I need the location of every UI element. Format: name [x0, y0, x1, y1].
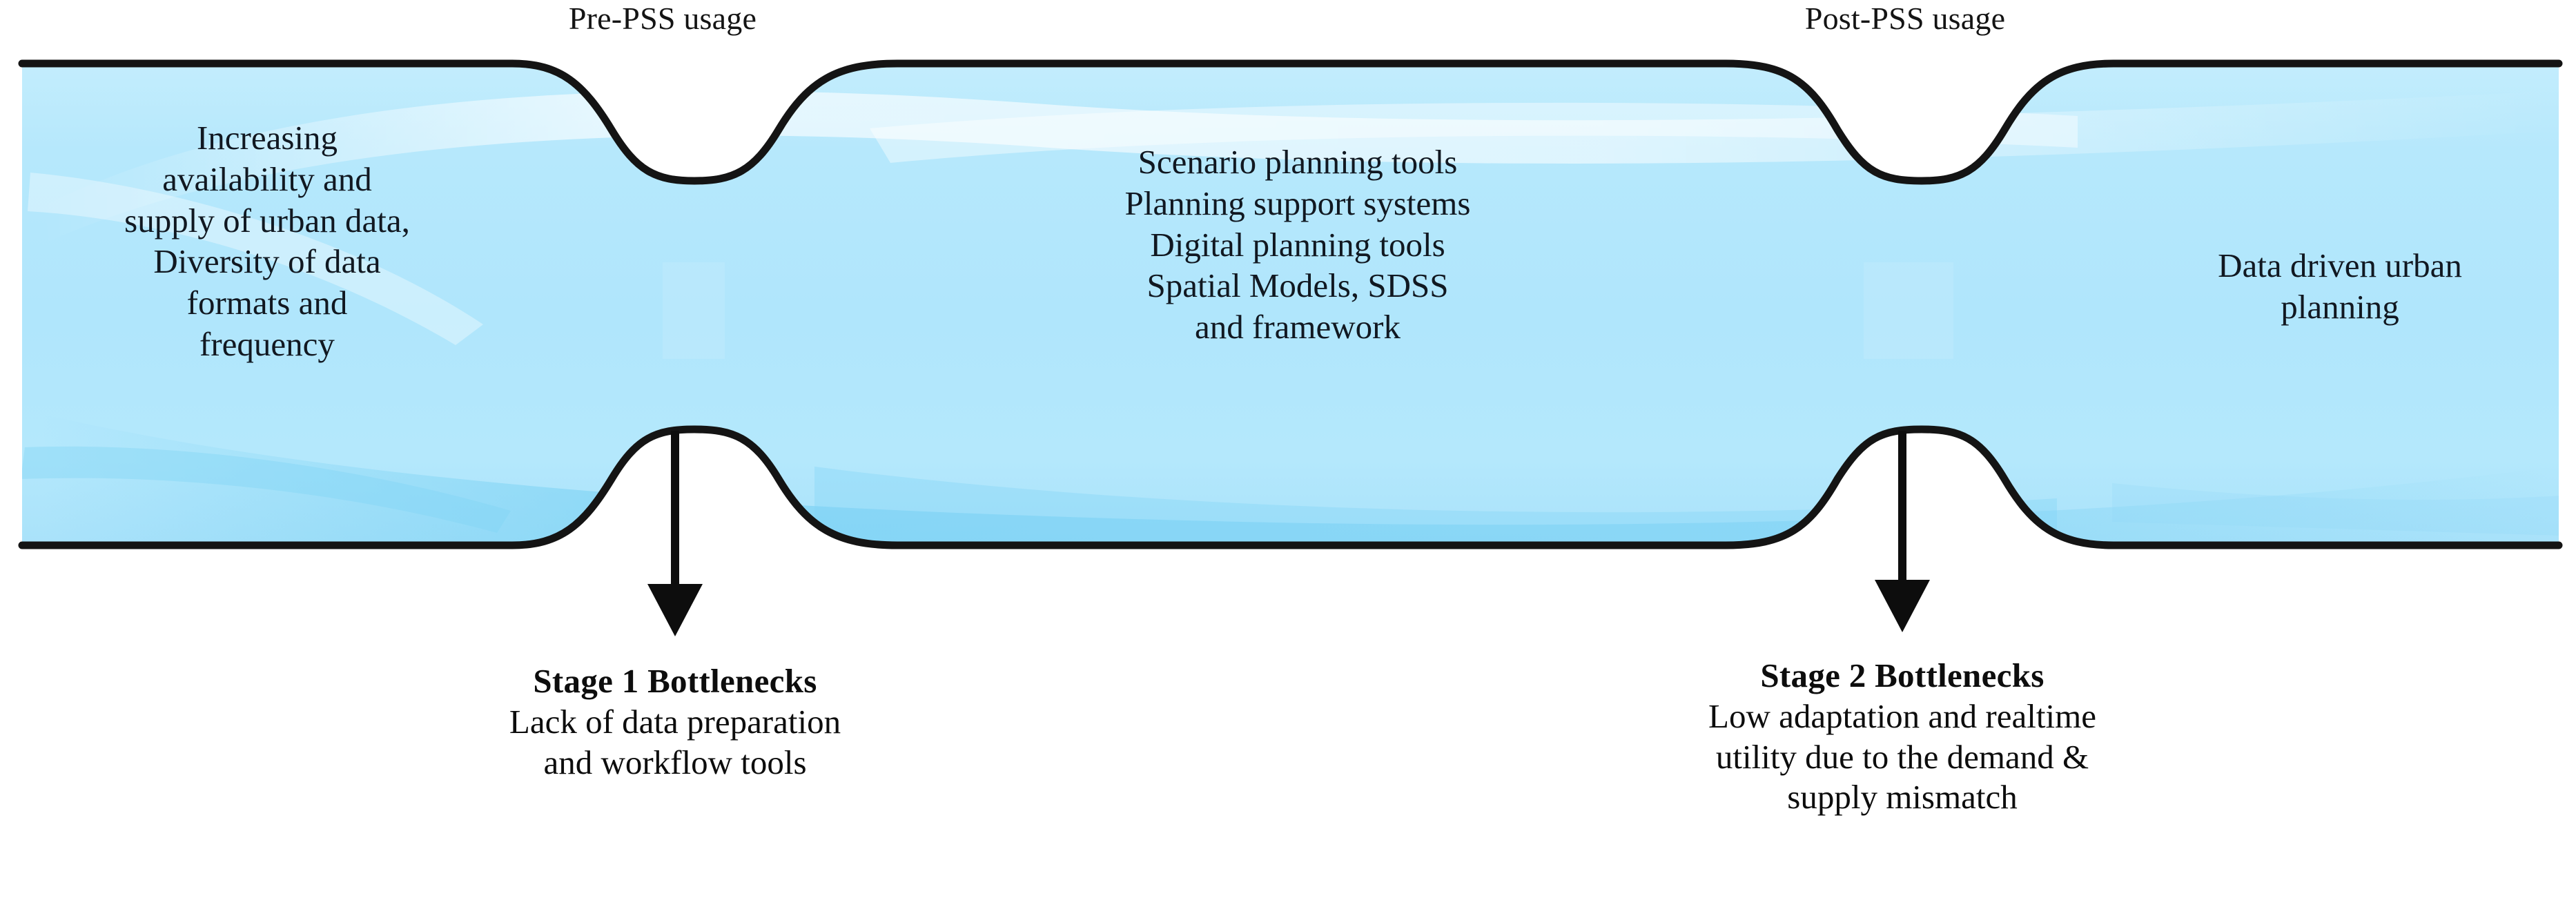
pipe-text-outlet: Data driven urban planning	[2126, 245, 2554, 328]
inlet-line-4: Diversity of data	[153, 242, 381, 281]
stage-label-pre-pss: Pre-PSS usage	[456, 1, 870, 36]
arrow-stage-2-head	[1875, 580, 1930, 632]
bottleneck-stage-1-line-1: Lack of data preparation	[509, 702, 841, 741]
stage-label-post-pss-text: Post-PSS usage	[1804, 1, 2006, 36]
bottleneck-stage-2-line-1: Low adaptation and realtime	[1708, 696, 2096, 735]
middle-line-1: Scenario planning tools	[1138, 143, 1458, 181]
inlet-line-5: formats and	[186, 284, 348, 322]
inlet-line-1: Increasing	[196, 119, 338, 157]
pipe-throat-sheen-2	[1864, 262, 1953, 359]
inlet-line-3: supply of urban data,	[124, 201, 410, 240]
middle-line-3: Digital planning tools	[1150, 225, 1445, 264]
bottleneck-stage-2-line-3: supply mismatch	[1787, 778, 2018, 817]
arrow-stage-1-head	[647, 584, 703, 636]
arrow-stage-2	[1875, 431, 1930, 632]
inlet-line-6: frequency	[199, 324, 335, 363]
middle-line-5: and framework	[1195, 308, 1401, 346]
pipe-throat-sheen-1	[663, 262, 725, 359]
bottleneck-diagram: Pre-PSS usage Post-PSS usage Increasing …	[0, 0, 2576, 898]
stage-label-pre-pss-text: Pre-PSS usage	[568, 1, 757, 36]
middle-line-4: Spatial Models, SDSS	[1146, 266, 1449, 305]
bottleneck-stage-2-title: Stage 2 Bottlenecks	[1760, 656, 2045, 694]
pipe-text-middle: Scenario planning tools Planning support…	[994, 141, 1601, 348]
bottleneck-stage-2: Stage 2 Bottlenecks Low adaptation and r…	[1536, 656, 2268, 818]
bottleneck-stage-1-title: Stage 1 Bottlenecks	[533, 662, 817, 700]
outlet-line-1: Data driven urban	[2218, 246, 2462, 284]
pipe-text-inlet: Increasing availability and supply of ur…	[43, 117, 491, 365]
stage-label-post-pss: Post-PSS usage	[1698, 1, 2112, 36]
arrow-stage-1	[647, 431, 703, 636]
bottleneck-stage-1-line-2: and workflow tools	[543, 743, 807, 781]
outlet-line-2: planning	[2281, 287, 2399, 326]
middle-line-2: Planning support systems	[1124, 184, 1471, 222]
bottleneck-stage-2-line-2: utility due to the demand &	[1715, 737, 2089, 776]
bottleneck-stage-1: Stage 1 Bottlenecks Lack of data prepara…	[330, 661, 1020, 783]
inlet-line-2: availability and	[162, 159, 372, 198]
